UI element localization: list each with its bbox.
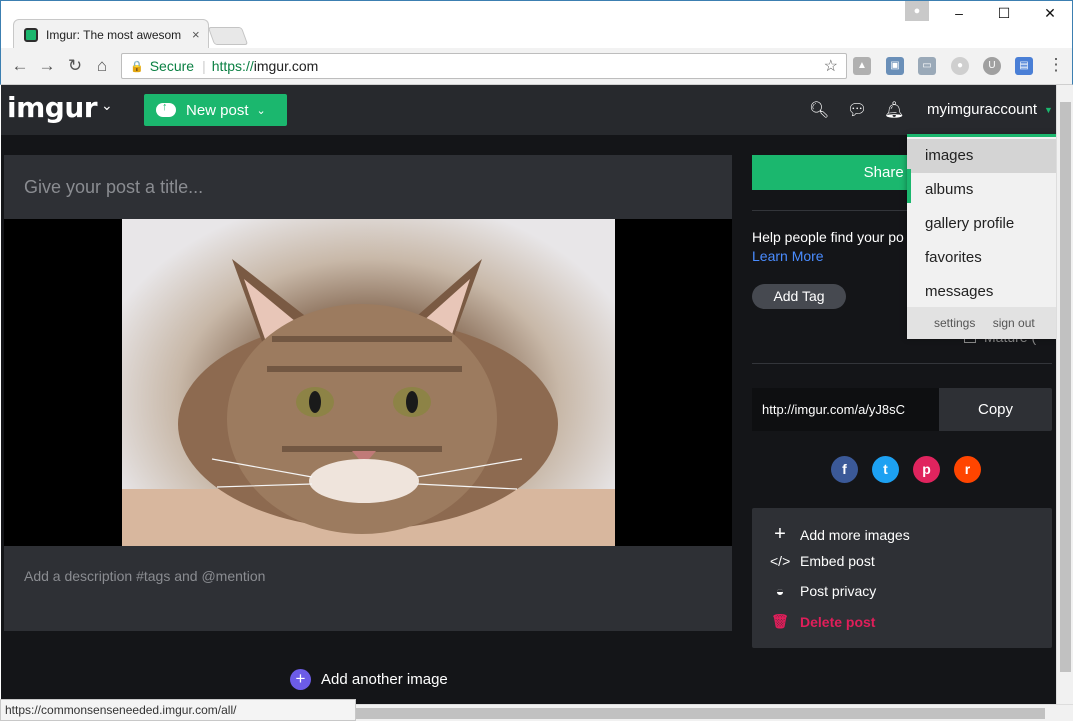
cat-photo[interactable] [122, 219, 615, 546]
dropdown-item-albums[interactable]: albums [907, 173, 1056, 207]
add-tag-button[interactable]: Add Tag [752, 284, 846, 309]
search-icon[interactable]: 🔍︎ [809, 100, 829, 120]
post-description-input[interactable]: Add a description #tags and @mention [4, 546, 732, 631]
vertical-scroll-thumb[interactable] [1060, 102, 1071, 672]
image-preview [4, 219, 732, 546]
settings-link[interactable]: settings [934, 316, 975, 330]
account-dropdown: images albums gallery profile favorites … [907, 134, 1056, 339]
new-tab-button[interactable] [207, 27, 249, 45]
forward-arrow-icon[interactable]: → [36, 56, 58, 76]
url-host: imgur.com [253, 58, 319, 74]
tab-close-icon[interactable]: × [192, 27, 200, 42]
cast-extension-icon[interactable]: ▭ [918, 57, 936, 75]
secure-label: Secure [149, 58, 195, 74]
translate-extension-icon[interactable]: ▤ [1015, 57, 1033, 75]
mask-icon: ◒ [775, 583, 785, 599]
browser-tab[interactable]: Imgur: The most awesom × [13, 19, 209, 49]
back-arrow-icon[interactable]: ← [9, 56, 31, 76]
action-label: Post privacy [800, 583, 877, 599]
dropdown-footer: settings sign out [907, 307, 1056, 339]
new-post-label: New post [186, 101, 249, 119]
imgur-logo[interactable]: imgur [7, 91, 98, 124]
tab-title: Imgur: The most awesom [46, 27, 182, 42]
post-link-box: http://imgur.com/a/yJ8sC Copy [752, 388, 1052, 431]
horizontal-scroll-thumb[interactable] [355, 708, 1045, 719]
plus-circle-icon: + [290, 669, 311, 690]
vertical-scrollbar[interactable] [1056, 85, 1073, 704]
plus-icon: + [774, 523, 786, 545]
top-nav: imgur ⌄ New post ⌄ 🔍︎ 💬︎ 🔔︎ myimguraccou… [1, 85, 1056, 135]
upload-cloud-icon [156, 101, 176, 117]
twitter-icon[interactable]: t [872, 456, 899, 483]
post-link-field[interactable]: http://imgur.com/a/yJ8sC [752, 388, 939, 431]
reddit-icon[interactable]: r [954, 456, 981, 483]
maximize-button[interactable]: ☐ [989, 5, 1019, 22]
bookmark-star-icon[interactable]: ☆ [824, 56, 838, 76]
embed-post-button[interactable]: </> Embed post [770, 553, 875, 569]
reload-icon[interactable]: ↻ [64, 56, 86, 76]
pinterest-icon[interactable]: p [913, 456, 940, 483]
help-text: Help people find your po [752, 229, 904, 245]
code-icon: </> [770, 553, 791, 569]
dropdown-item-messages[interactable]: messages [907, 275, 1056, 309]
ublock-extension-icon[interactable]: U [983, 57, 1001, 75]
dropdown-hover-marker [907, 169, 911, 203]
learn-more-link[interactable]: Learn More [752, 248, 824, 264]
post-privacy-button[interactable]: ◒ Post privacy [770, 583, 876, 599]
dropdown-item-favorites[interactable]: favorites [907, 241, 1056, 275]
add-more-images-button[interactable]: + Add more images [770, 523, 910, 546]
action-label: Delete post [800, 613, 876, 630]
cat-illustration [122, 259, 615, 546]
lock-icon: 🔒 [130, 60, 144, 73]
account-caret-icon[interactable]: ▼ [1044, 105, 1053, 115]
status-bar-url: https://commonsenseneeded.imgur.com/all/ [0, 699, 356, 721]
new-post-button[interactable]: New post ⌄ [144, 94, 287, 126]
imgur-favicon-icon [24, 27, 38, 42]
facebook-icon[interactable]: f [831, 456, 858, 483]
action-label: Embed post [800, 553, 875, 569]
extension-icon[interactable]: ● [951, 57, 969, 75]
post-actions-panel: + Add more images </> Embed post ◒ Post … [752, 508, 1052, 648]
dropdown-item-images[interactable]: images [907, 139, 1056, 173]
divider [752, 363, 1052, 364]
account-menu[interactable]: myimguraccount [927, 101, 1037, 118]
minimize-button[interactable]: – [944, 5, 974, 21]
browser-menu-icon[interactable]: ⋮ [1045, 55, 1067, 75]
dropdown-item-gallery-profile[interactable]: gallery profile [907, 207, 1056, 241]
home-icon[interactable]: ⌂ [91, 56, 113, 76]
add-another-image-button[interactable]: + Add another image [290, 669, 448, 690]
browser-profile-icon[interactable]: ● [905, 1, 929, 21]
sign-out-link[interactable]: sign out [993, 316, 1035, 330]
chat-icon[interactable]: 💬︎ [847, 100, 867, 120]
add-another-label: Add another image [321, 671, 448, 688]
trash-icon: 🗑︎ [771, 613, 789, 629]
chevron-down-icon: ⌄ [256, 104, 266, 117]
browser-titlebar: Imgur: The most awesom × ● – ☐ ✕ [0, 0, 1073, 49]
screen-extension-icon[interactable]: ▣ [886, 57, 904, 75]
close-window-button[interactable]: ✕ [1035, 5, 1065, 22]
browser-toolbar: ← → ↻ ⌂ 🔒 Secure | https:// imgur.com ☆ … [0, 48, 1073, 85]
imgur-page: imgur ⌄ New post ⌄ 🔍︎ 💬︎ 🔔︎ myimguraccou… [1, 85, 1056, 704]
address-bar[interactable]: 🔒 Secure | https:// imgur.com ☆ [121, 53, 847, 79]
drive-extension-icon[interactable]: ▲ [853, 57, 871, 75]
action-label: Add more images [800, 526, 910, 543]
notification-bell-icon[interactable]: 🔔︎ [884, 100, 904, 120]
copy-link-button[interactable]: Copy [939, 388, 1052, 431]
delete-post-button[interactable]: 🗑︎ Delete post [770, 613, 875, 630]
post-title-input[interactable]: Give your post a title... [4, 155, 732, 219]
logo-chevron-down-icon[interactable]: ⌄ [101, 97, 113, 114]
url-scheme: https:// [211, 58, 254, 74]
